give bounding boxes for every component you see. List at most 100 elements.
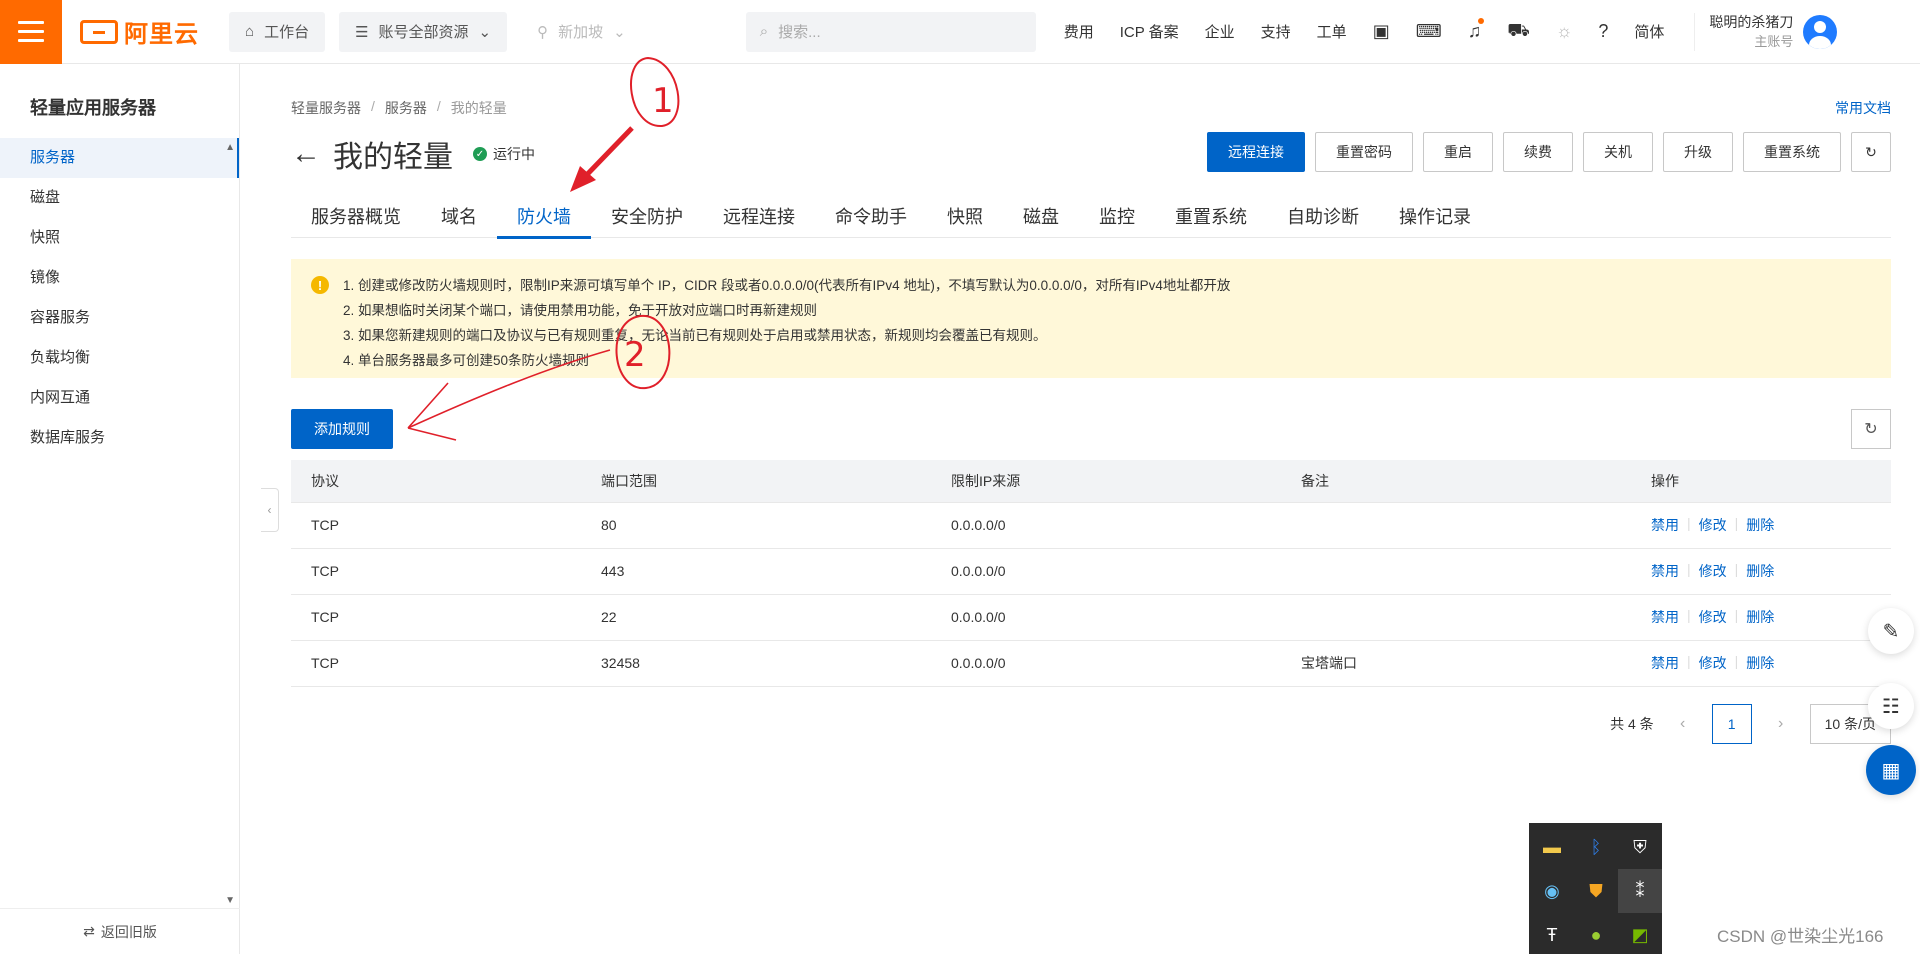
delete-link[interactable]: 删除 (1746, 607, 1774, 627)
link-billing[interactable]: 费用 (1064, 21, 1094, 42)
workbench-label: 工作台 (264, 24, 310, 41)
tab-disk[interactable]: 磁盘 (1003, 202, 1079, 238)
edit-link[interactable]: 修改 (1699, 607, 1727, 627)
help-icon[interactable]: ? (1598, 21, 1608, 42)
tab-security[interactable]: 安全防护 (591, 202, 703, 238)
table-row: TCP 443 0.0.0.0/0 禁用 | 修改 | 删除 (291, 548, 1891, 595)
search-input[interactable]: ⌕ 搜索... (745, 11, 1036, 52)
edit-link[interactable]: 修改 (1699, 515, 1727, 535)
disable-link[interactable]: 禁用 (1651, 561, 1679, 581)
bell-icon[interactable]: ♫ (1468, 18, 1485, 42)
delete-link[interactable]: 删除 (1746, 515, 1774, 535)
system-tray-popup: ▬ ᛒ ⛨ ◉ ⛊ ⁑ Ŧ ● ◩ (1529, 823, 1662, 954)
search-placeholder: 搜索... (778, 24, 821, 41)
renew-button[interactable]: 续费 (1503, 132, 1573, 172)
upgrade-button[interactable]: 升级 (1663, 132, 1733, 172)
breadcrumb-item[interactable]: 轻量服务器 (291, 98, 361, 118)
tab-overview[interactable]: 服务器概览 (291, 202, 421, 238)
tab-self-diagnosis[interactable]: 自助诊断 (1267, 202, 1379, 238)
region-dropdown[interactable]: ⚲ 新加坡 ⌄ (521, 12, 642, 52)
steam-icon[interactable]: ◉ (1530, 869, 1574, 913)
sidebar-item-disk[interactable]: 磁盘 (0, 178, 239, 218)
lightbulb-icon[interactable]: ☼ (1556, 21, 1573, 42)
column-protocol: 协议 (291, 460, 581, 503)
sidebar-item-image[interactable]: 镜像 (0, 258, 239, 298)
tab-command-assistant[interactable]: 命令助手 (815, 202, 927, 238)
account-info[interactable]: 聪明的杀猪刀 主账号 (1694, 12, 1793, 51)
edit-link[interactable]: 修改 (1699, 561, 1727, 581)
docs-link[interactable]: 常用文档 (1835, 98, 1891, 118)
avatar[interactable] (1803, 14, 1838, 49)
cart-icon[interactable]: ⛟ (1507, 20, 1530, 44)
edit-link[interactable]: 修改 (1699, 653, 1727, 673)
app-icon[interactable]: ⁑ (1618, 869, 1662, 913)
next-page-icon[interactable]: › (1764, 704, 1798, 744)
apps-grid-icon[interactable]: ▦ (1866, 745, 1916, 795)
cell-protocol: TCP (291, 640, 581, 687)
prev-page-icon[interactable]: ‹ (1666, 704, 1700, 744)
link-ticket[interactable]: 工单 (1317, 21, 1347, 42)
filing-icon[interactable]: ▣ (1373, 21, 1390, 42)
delete-link[interactable]: 删除 (1746, 653, 1774, 673)
return-old-version[interactable]: ⇄ 返回旧版 (0, 908, 240, 954)
link-icp[interactable]: ICP 备案 (1120, 21, 1179, 42)
refresh-icon[interactable]: ↻ (1851, 132, 1891, 172)
game-icon[interactable]: ● (1574, 913, 1618, 954)
page-header: ← 我的轻量 ✓ 运行中 (291, 132, 535, 176)
add-rule-button[interactable]: 添加规则 (291, 409, 393, 449)
scroll-up-icon[interactable]: ▲ (225, 142, 235, 153)
language-switch[interactable]: 简体 (1634, 21, 1664, 42)
restart-button[interactable]: 重启 (1423, 132, 1493, 172)
shutdown-button[interactable]: 关机 (1583, 132, 1653, 172)
tab-firewall[interactable]: 防火墙 (497, 202, 591, 239)
tab-operation-log[interactable]: 操作记录 (1379, 202, 1491, 238)
table-refresh-icon[interactable]: ↻ (1851, 409, 1891, 449)
sidebar-item-container[interactable]: 容器服务 (0, 298, 239, 338)
sidebar-item-intranet[interactable]: 内网互通 (0, 378, 239, 418)
sidebar-item-snapshot[interactable]: 快照 (0, 218, 239, 258)
folder-icon[interactable]: ▬ (1530, 825, 1574, 869)
tab-remote-connect[interactable]: 远程连接 (703, 202, 815, 238)
security-shield-icon[interactable]: ⛨ (1618, 825, 1662, 869)
aliyun-logo[interactable]: 阿里云 (62, 0, 229, 64)
cell-port: 22 (581, 594, 931, 641)
tab-monitor[interactable]: 监控 (1079, 202, 1155, 238)
workbench-button[interactable]: ⌂ 工作台 (229, 11, 326, 52)
delete-link[interactable]: 删除 (1746, 561, 1774, 581)
sidebar-item-server[interactable]: 服务器 (0, 138, 239, 178)
chevron-down-icon: ⌄ (613, 23, 626, 41)
bluetooth-icon[interactable]: ᛒ (1574, 825, 1618, 869)
watermark: CSDN @世染尘光166 (1717, 927, 1884, 946)
home-icon: ⌂ (245, 23, 255, 40)
resources-dropdown[interactable]: ☰ 账号全部资源 ⌄ (339, 11, 508, 52)
feedback-edit-icon[interactable]: ✎ (1868, 608, 1914, 654)
terminal-icon[interactable]: ⌨ (1416, 21, 1442, 42)
back-arrow-icon[interactable]: ← (291, 139, 321, 169)
sidebar-collapse-handle[interactable]: ‹ (261, 488, 279, 532)
reset-system-button[interactable]: 重置系统 (1743, 132, 1841, 172)
link-support[interactable]: 支持 (1261, 21, 1291, 42)
tab-reset-system[interactable]: 重置系统 (1155, 202, 1267, 238)
page-size-label: 10 条/页 (1824, 716, 1876, 732)
sidebar-item-database[interactable]: 数据库服务 (0, 418, 239, 458)
scroll-down-icon[interactable]: ▼ (225, 895, 235, 906)
notice-line: 2. 如果想临时关闭某个端口，请使用禁用功能，免于开放对应端口时再新建规则 (343, 303, 818, 318)
table-row: TCP 80 0.0.0.0/0 禁用 | 修改 | 删除 (291, 502, 1891, 549)
breadcrumb-item[interactable]: 服务器 (385, 98, 427, 118)
nvidia-icon[interactable]: ◩ (1618, 913, 1662, 954)
sidebar-item-load-balancer[interactable]: 负载均衡 (0, 338, 239, 378)
remote-connect-button[interactable]: 远程连接 (1207, 132, 1305, 172)
tab-domain[interactable]: 域名 (421, 202, 497, 238)
chat-icon[interactable]: ☷ (1868, 683, 1914, 729)
menu-icon[interactable] (0, 0, 62, 64)
disable-link[interactable]: 禁用 (1651, 653, 1679, 673)
disable-link[interactable]: 禁用 (1651, 607, 1679, 627)
tab-snapshot[interactable]: 快照 (927, 202, 1003, 238)
typora-icon[interactable]: Ŧ (1530, 913, 1574, 954)
link-enterprise[interactable]: 企业 (1205, 21, 1235, 42)
disable-link[interactable]: 禁用 (1651, 515, 1679, 535)
antivirus-icon[interactable]: ⛊ (1574, 869, 1618, 913)
page-number[interactable]: 1 (1711, 704, 1752, 744)
status-text: 运行中 (493, 146, 535, 162)
reset-password-button[interactable]: 重置密码 (1315, 132, 1413, 172)
